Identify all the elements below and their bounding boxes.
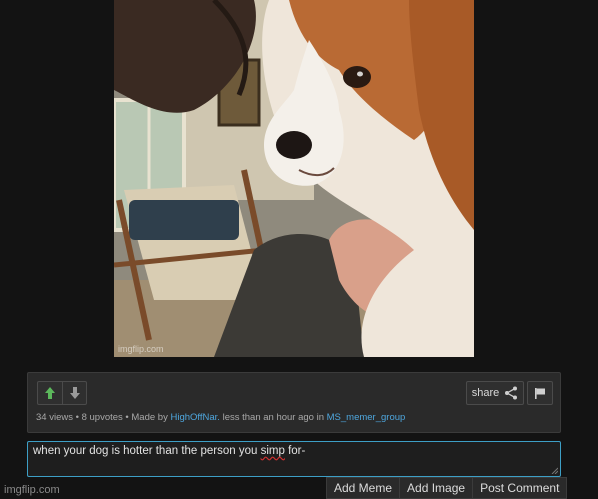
stream-link[interactable]: MS_memer_group bbox=[327, 412, 406, 423]
flag-button[interactable] bbox=[527, 381, 553, 405]
upvote-count: 8 upvotes bbox=[81, 412, 123, 423]
comment-text-start: when your dog is hotter than the person … bbox=[33, 445, 261, 457]
add-image-button[interactable]: Add Image bbox=[400, 477, 474, 499]
add-meme-button[interactable]: Add Meme bbox=[326, 477, 401, 499]
comment-text-misspelled: simp bbox=[260, 445, 285, 457]
time-label: less than an hour ago in bbox=[219, 412, 327, 423]
flag-icon bbox=[535, 387, 545, 399]
view-count: 34 views bbox=[36, 412, 73, 423]
share-label: share bbox=[471, 387, 500, 399]
image-watermark: imgflip.com bbox=[118, 344, 164, 354]
arrow-down-icon bbox=[69, 387, 80, 399]
comment-action-bar: Add Meme Add Image Post Comment bbox=[326, 477, 568, 499]
made-by-label: • Made by bbox=[122, 412, 171, 423]
meta-separator: • bbox=[72, 412, 82, 423]
downvote-button[interactable] bbox=[62, 382, 86, 404]
comment-input[interactable]: when your dog is hotter than the person … bbox=[27, 441, 561, 477]
share-icon bbox=[505, 386, 518, 400]
image-info-panel: share 34 views • 8 upvotes • Made by Hig… bbox=[27, 372, 561, 433]
resize-handle-icon[interactable] bbox=[551, 467, 558, 474]
meme-image[interactable]: imgflip.com bbox=[114, 0, 474, 357]
author-link[interactable]: HighOffNar. bbox=[170, 412, 219, 423]
post-comment-button[interactable]: Post Comment bbox=[473, 477, 568, 499]
arrow-up-icon bbox=[45, 387, 55, 399]
share-button[interactable]: share bbox=[466, 381, 524, 405]
vote-group bbox=[37, 381, 87, 405]
image-meta-line: 34 views • 8 upvotes • Made by HighOffNa… bbox=[36, 412, 405, 423]
meme-photo bbox=[114, 0, 474, 357]
comment-text-end: for- bbox=[284, 445, 306, 457]
site-watermark: imgflip.com bbox=[4, 484, 60, 496]
meme-page: imgflip.com share 34 views • 8 upvotes •… bbox=[0, 0, 598, 499]
upvote-button[interactable] bbox=[38, 382, 62, 404]
